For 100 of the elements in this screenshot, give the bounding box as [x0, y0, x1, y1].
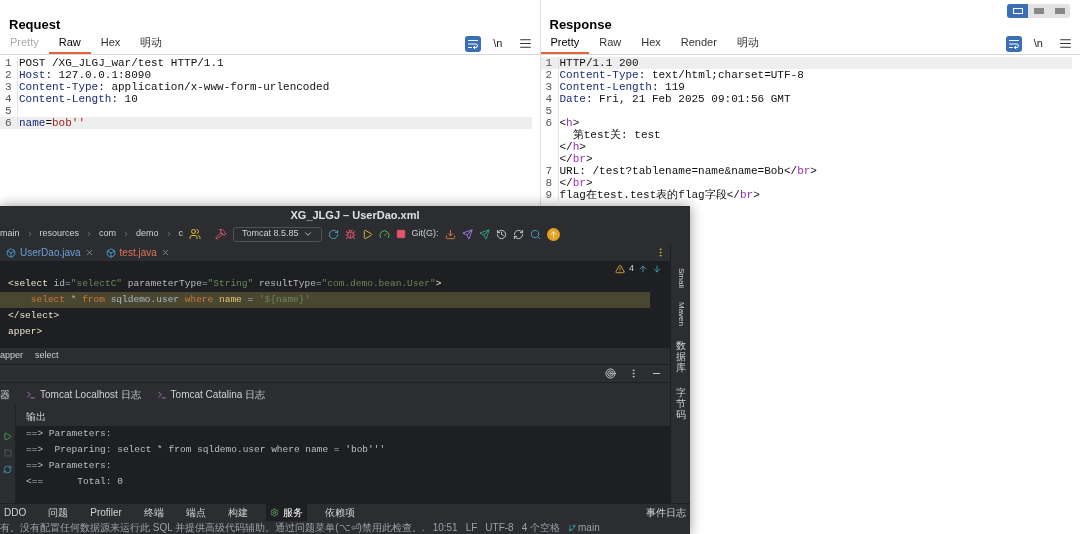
layout-toggle-button[interactable]: [1007, 4, 1028, 18]
arrow-up-icon[interactable]: [638, 264, 648, 274]
arrow-down-icon[interactable]: [652, 264, 662, 274]
revert-icon[interactable]: [512, 228, 524, 240]
status-message: 有。没有配置任何数据源来运行此 SQL 并提供高级代码辅助。通过问题菜单(⌥⏎)禁用此检查。.: [0, 521, 425, 534]
status-item[interactable]: 4 个空格: [521, 520, 561, 534]
wrap-icon[interactable]: [1005, 35, 1022, 52]
menu-icon[interactable]: [1059, 37, 1072, 50]
wrap-icon[interactable]: [465, 35, 482, 52]
breadcrumb-item[interactable]: com: [99, 227, 117, 241]
breadcrumb-item[interactable]: main: [0, 227, 20, 241]
breadcrumb-item[interactable]: demo: [136, 227, 159, 241]
view-tab[interactable]: Render: [670, 33, 727, 54]
line-number: 3: [5, 81, 12, 93]
side-tool-tab[interactable]: Maven: [674, 302, 687, 327]
tool-window-tab[interactable]: 终端: [139, 504, 168, 521]
close-icon[interactable]: [160, 248, 170, 257]
rerun-icon[interactable]: [327, 228, 339, 240]
file-icon: [105, 247, 116, 258]
code-line: POST /XG_JLGJ_war/test HTTP/1.1: [18, 57, 224, 69]
view-tab[interactable]: 明动: [130, 33, 173, 54]
log-tab[interactable]: Tomcat Catalina 日志: [156, 387, 266, 402]
path-item[interactable]: select: [35, 349, 59, 363]
update-icon[interactable]: [546, 227, 560, 241]
tool-window-tab[interactable]: 依赖项: [320, 504, 359, 521]
code-line: Content-Length: 119: [558, 81, 685, 93]
bug-icon[interactable]: [344, 228, 356, 240]
editor-tab[interactable]: test.java: [105, 245, 170, 260]
panel-title: Request: [8, 17, 62, 33]
tool-window-tab[interactable]: 端点: [181, 504, 210, 521]
view-tab[interactable]: Hex: [90, 33, 131, 54]
code-line: </h>: [558, 141, 586, 153]
file-icon: [6, 247, 16, 258]
send-icon[interactable]: [461, 228, 473, 240]
status-item[interactable]: UTF-8: [485, 520, 514, 534]
code-line: apper>: [8, 326, 43, 337]
tool-window-tab[interactable]: Profiler: [86, 504, 126, 521]
console-line: ==> Parameters:: [26, 427, 113, 441]
line-number: 4: [5, 93, 12, 105]
terminal-icon: [26, 389, 36, 400]
download-icon[interactable]: [444, 228, 456, 240]
code-line: Content-Type: text/html;charset=UTF-8: [558, 69, 804, 81]
tool-window-tab[interactable]: 服务: [265, 504, 307, 521]
line-number: 6: [545, 117, 553, 129]
refresh-icon[interactable]: [3, 465, 12, 474]
code-line: </select>: [8, 310, 60, 321]
side-tool-tab[interactable]: Smali: [674, 268, 687, 288]
side-tool-tab[interactable]: 数据库: [675, 340, 686, 374]
code-line: Content-Length: 10: [18, 93, 138, 105]
line-number: 6: [5, 117, 12, 129]
event-log-tab[interactable]: 事件日志: [646, 505, 690, 520]
view-tab[interactable]: Raw: [48, 33, 91, 54]
newline-toggle[interactable]: \n: [1033, 35, 1043, 52]
status-item[interactable]: LF: [465, 520, 478, 534]
tool-window-tab[interactable]: 构建: [223, 504, 252, 521]
line-number: 9: [545, 189, 553, 201]
hammer-icon[interactable]: [215, 228, 228, 240]
menu-icon[interactable]: [518, 37, 532, 50]
search-icon[interactable]: [529, 228, 541, 240]
status-item[interactable]: 10:51: [432, 520, 458, 534]
console-line: ==> Parameters:: [26, 459, 113, 473]
path-item[interactable]: apper: [0, 349, 24, 363]
side-tool-tab[interactable]: 字节码: [675, 387, 686, 421]
tab-label: UserDao.java: [20, 246, 81, 260]
git-label: Git(G):: [411, 227, 439, 241]
code-line: <select id="selectC" parameterType="String" resultType="com.demo.bean.User">: [8, 278, 442, 289]
log-tab[interactable]: Tomcat Localhost 日志: [26, 387, 141, 402]
editor-tab[interactable]: UserDao.java: [6, 245, 94, 260]
code-line: URL: /test?tablename=name&name=Bob</br>: [558, 165, 817, 177]
close-icon[interactable]: [84, 248, 94, 257]
target-icon[interactable]: [605, 368, 616, 379]
console-line: ==> Preparing: select * from sqldemo.user where name = 'bob''': [26, 443, 387, 457]
gauge-icon[interactable]: [378, 228, 390, 240]
code-line: 第test关: test: [571, 129, 661, 141]
breadcrumb-item[interactable]: c: [178, 227, 184, 241]
terminal-icon: [156, 389, 167, 400]
caret-icon: [302, 229, 313, 239]
branch-item[interactable]: main: [568, 520, 600, 534]
run-icon[interactable]: [3, 432, 12, 441]
history-icon[interactable]: [495, 228, 507, 240]
breadcrumb-item[interactable]: resources: [39, 227, 80, 241]
view-tab[interactable]: Pretty: [540, 33, 590, 54]
line-number: 3: [545, 81, 553, 93]
users-icon[interactable]: [189, 228, 202, 240]
tool-window-tab[interactable]: DDO: [0, 504, 31, 521]
view-tab[interactable]: Raw: [589, 33, 632, 54]
view-tab[interactable]: Hex: [631, 33, 671, 54]
log-tab[interactable]: 器: [0, 387, 10, 402]
line-number: 1: [545, 57, 553, 69]
view-tab[interactable]: 明动: [726, 33, 769, 54]
newline-toggle[interactable]: \n: [493, 35, 503, 52]
send-icon[interactable]: [478, 228, 490, 240]
line-number: 2: [545, 69, 553, 81]
stop-icon[interactable]: [395, 229, 406, 239]
play-icon[interactable]: [361, 228, 373, 240]
warning-icon[interactable]: [615, 264, 625, 274]
run-config-dropdown[interactable]: Tomcat 8.5.85: [233, 226, 322, 242]
panel-title: Response: [548, 17, 613, 33]
line-number: 4: [545, 93, 553, 105]
tool-window-tab[interactable]: 问题: [44, 504, 73, 521]
